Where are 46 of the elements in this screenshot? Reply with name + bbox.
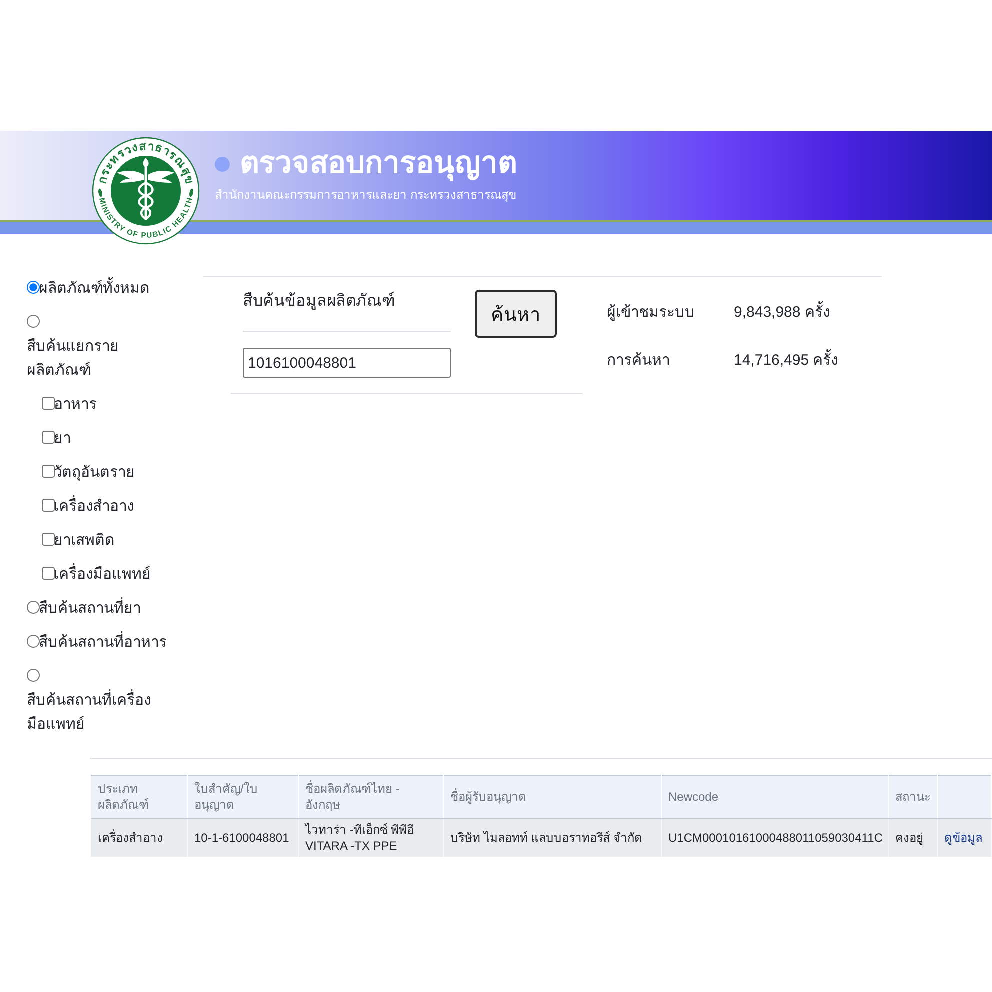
column-header: สถานะ <box>888 776 937 818</box>
section-heading: สืบค้นข้อมูลผลิตภัณฑ์ <box>243 290 396 312</box>
search-button[interactable]: ค้นหา <box>475 290 557 338</box>
radio-button[interactable] <box>27 315 40 328</box>
table-cell: U1CM00010161000488011059030411C <box>661 818 888 857</box>
column-header: ใบสำคัญ/ใบอนุญาต <box>187 776 298 818</box>
stat-value: 14,716,495 ครั้ง <box>734 349 838 373</box>
checkbox[interactable] <box>42 567 55 580</box>
radio-button[interactable] <box>27 635 40 648</box>
option-label[interactable]: สืบค้นสถานที่เครื่องมือแพทย์ <box>27 689 168 737</box>
page-title: ตรวจสอบการอนุญาต <box>240 146 517 182</box>
option-label[interactable]: อาหาร <box>54 393 97 417</box>
table-cell: คงอยู่ <box>888 818 937 857</box>
column-header: ประเภทผลิตภัณฑ์ <box>91 776 187 818</box>
option-label[interactable]: สืบค้นสถานที่ยา <box>39 597 141 621</box>
table-cell: บริษัท ไมลอทท์ แลบบอราทอรีส์ จำกัด <box>443 818 661 857</box>
page-subtitle: สำนักงานคณะกรรมการอาหารและยา กระทรวงสาธารณสุข <box>215 187 517 204</box>
search-field[interactable]: 1016100048801 <box>243 348 451 378</box>
leaf-icon <box>190 188 194 198</box>
radio-button[interactable] <box>27 669 40 682</box>
checkbox[interactable] <box>42 431 55 444</box>
bullet-icon <box>215 156 230 172</box>
option-label[interactable]: ยาเสพติด <box>54 529 115 553</box>
radio-button[interactable] <box>27 281 40 294</box>
option-label[interactable]: ผลิตภัณฑ์ทั้งหมด <box>39 277 150 301</box>
table-cell: ไวทาร่า -ทีเอ็กซ์ พีพีอี VITARA -TX PPE <box>298 818 443 857</box>
option-label[interactable]: วัตถุอันตราย <box>54 461 135 485</box>
radio-button[interactable] <box>27 601 40 614</box>
checkbox[interactable] <box>42 397 55 410</box>
column-header: ชื่อผลิตภัณฑ์ไทย - อังกฤษ <box>298 776 443 818</box>
table-cell: 10-1-6100048801 <box>187 818 298 857</box>
stat-label: ผู้เข้าชมระบบ <box>607 303 696 323</box>
checkbox[interactable] <box>42 465 55 478</box>
table-cell: เครื่องสำอาง <box>91 818 187 857</box>
column-header: ชื่อผู้รับอนุญาต <box>443 776 661 818</box>
option-label[interactable]: เครื่องสำอาง <box>54 495 134 519</box>
stat-label: การค้นหา <box>607 351 671 371</box>
stat-value: 9,843,988 ครั้ง <box>734 301 830 325</box>
checkbox[interactable] <box>42 499 55 512</box>
checkbox[interactable] <box>42 533 55 546</box>
option-label[interactable]: เครื่องมือแพทย์ <box>54 563 151 587</box>
leaf-icon <box>98 188 102 198</box>
option-label[interactable]: สืบค้นแยกรายผลิตภัณฑ์ <box>27 335 168 383</box>
option-label[interactable]: ยา <box>54 427 71 451</box>
option-label[interactable]: สืบค้นสถานที่อาหาร <box>39 631 167 655</box>
column-header: Newcode <box>661 776 888 818</box>
